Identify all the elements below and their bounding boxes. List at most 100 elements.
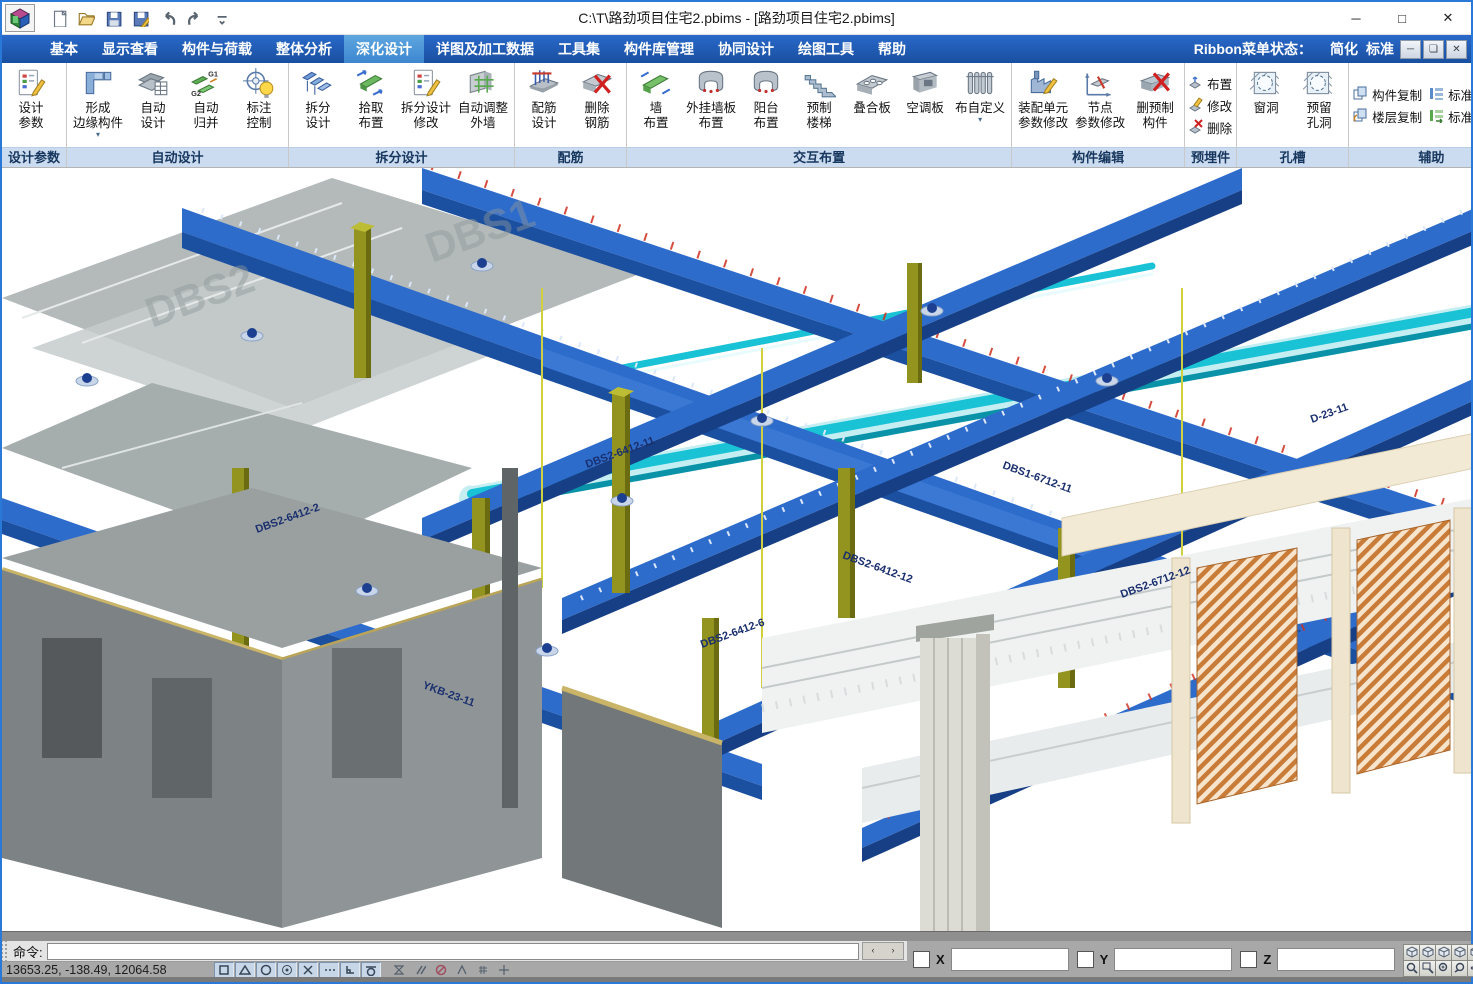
scroll-left-icon[interactable]: ‹ xyxy=(863,943,883,959)
pan-button[interactable] xyxy=(1467,960,1473,977)
command-history-scroller[interactable]: ‹ › xyxy=(862,942,904,960)
redo-icon[interactable] xyxy=(184,8,204,28)
embed-delete-button[interactable]: 删除 xyxy=(1187,117,1234,137)
pick-place-button[interactable]: 拾取布置 xyxy=(345,64,397,147)
composite-slab-button[interactable]: 叠合板 xyxy=(846,64,898,147)
precast-stairs-button[interactable]: 预制楼梯 xyxy=(793,64,845,147)
view-front-button[interactable] xyxy=(1451,944,1468,961)
node-param-modify-button[interactable]: 节点参数修改 xyxy=(1072,64,1128,147)
zoom-previous-button[interactable] xyxy=(1451,960,1468,977)
ribbon-tab-详图及加工数据[interactable]: 详图及加工数据 xyxy=(424,35,546,63)
button-label: 布自定义 xyxy=(955,101,1005,116)
ribbon-tab-显示查看[interactable]: 显示查看 xyxy=(90,35,170,63)
delete-rebar-button[interactable]: 删除钢筋 xyxy=(571,64,623,147)
axis-y-input[interactable] xyxy=(1114,948,1232,971)
snap-midpoint-toggle[interactable] xyxy=(235,962,255,978)
snap-from-toggle[interactable] xyxy=(452,962,472,978)
snap-tangent-toggle[interactable] xyxy=(361,962,381,978)
svg-text:G2: G2 xyxy=(191,89,201,98)
snap-off-toggle[interactable] xyxy=(431,962,451,978)
custom-place-button[interactable]: 布自定义▾ xyxy=(952,64,1008,147)
ribbon-state: Ribbon菜单状态： 简化标准 xyxy=(1194,35,1400,63)
snap-node-toggle[interactable] xyxy=(277,962,297,978)
sync-std-floor-button[interactable]: 标准层同步 xyxy=(1428,106,1471,126)
zoom-extents-button[interactable] xyxy=(1403,960,1420,977)
dropdown-caret-icon[interactable]: ▾ xyxy=(96,131,100,139)
snap-perpendicular-toggle[interactable] xyxy=(340,962,360,978)
radiator-icon xyxy=(963,65,997,101)
save-as-icon[interactable] xyxy=(130,8,150,28)
axis-z-group: Z xyxy=(1240,948,1395,971)
delete-precast-member-button[interactable]: 删预制构件 xyxy=(1129,64,1181,147)
split-design-button[interactable]: 拆分设计 xyxy=(292,64,344,147)
auto-merge-button[interactable]: G1G2自动归并 xyxy=(180,64,232,147)
toolbar-grip[interactable] xyxy=(2,941,9,961)
window-minimize-button[interactable]: ─ xyxy=(1333,2,1379,34)
axis-x-input[interactable] xyxy=(951,948,1069,971)
model-viewport[interactable]: DBS2-6412-11DBS2-6412-12DBS1-6712-11DBS2… xyxy=(2,168,1471,931)
snap-center-toggle[interactable] xyxy=(256,962,276,978)
hanging-panel-place-button[interactable]: 外挂墙板布置 xyxy=(683,64,739,147)
mdi-close-button[interactable]: ✕ xyxy=(1446,40,1467,59)
form-edge-members-button[interactable]: 形成边缘构件▾ xyxy=(70,64,126,147)
ribbon-tab-帮助[interactable]: 帮助 xyxy=(866,35,918,63)
axis-y-checkbox[interactable] xyxy=(1077,951,1094,968)
balcony-place-button[interactable]: 阳台布置 xyxy=(740,64,792,147)
zoom-dynamic-button[interactable] xyxy=(1435,960,1452,977)
auto-adjust-ext-wall-button[interactable]: 自动调整外墙 xyxy=(455,64,511,147)
view-iso-nw-button[interactable] xyxy=(1419,944,1436,961)
crosshair-full-toggle[interactable] xyxy=(494,962,514,978)
ribbon-tab-深化设计[interactable]: 深化设计 xyxy=(344,35,424,63)
wall-place-button[interactable]: 墙布置 xyxy=(630,64,682,147)
design-params-button[interactable]: 设计参数 xyxy=(5,64,57,147)
ribbon-tab-基本[interactable]: 基本 xyxy=(38,35,90,63)
copy-std-floor-button[interactable]: 标准层复制 xyxy=(1428,84,1471,104)
snap-endpoint-toggle[interactable] xyxy=(214,962,234,978)
snap-extension-toggle[interactable] xyxy=(319,962,339,978)
ribbon-tab-构件库管理[interactable]: 构件库管理 xyxy=(612,35,706,63)
window-hole-button[interactable]: 窗洞 xyxy=(1240,64,1292,147)
ac-panel-button[interactable]: 空调板 xyxy=(899,64,951,147)
split-design-modify-button[interactable]: 拆分设计修改 xyxy=(398,64,454,147)
ribbon-tab-协同设计[interactable]: 协同设计 xyxy=(706,35,786,63)
ribbon-state-option-标准[interactable]: 标准 xyxy=(1366,41,1394,57)
window-close-button[interactable]: ✕ xyxy=(1425,2,1471,34)
open-file-icon[interactable] xyxy=(76,8,96,28)
zoom-window-button[interactable] xyxy=(1419,960,1436,977)
undo-icon[interactable] xyxy=(157,8,177,28)
view-top-button[interactable] xyxy=(1435,944,1452,961)
snap-nearest-toggle[interactable] xyxy=(389,962,409,978)
dropdown-caret-icon[interactable]: ▾ xyxy=(978,116,982,124)
mdi-minimize-button[interactable]: ─ xyxy=(1400,40,1421,59)
ribbon-tab-整体分析[interactable]: 整体分析 xyxy=(264,35,344,63)
embed-place-button[interactable]: 布置 xyxy=(1187,73,1234,93)
ribbon-tab-绘图工具[interactable]: 绘图工具 xyxy=(786,35,866,63)
scroll-right-icon[interactable]: › xyxy=(883,943,903,959)
mdi-restore-button[interactable]: ❏ xyxy=(1423,40,1444,59)
app-logo-icon[interactable] xyxy=(5,4,35,32)
snap-parallel-toggle[interactable] xyxy=(410,962,430,978)
auto-design-button[interactable]: 自动设计 xyxy=(127,64,179,147)
save-file-icon[interactable] xyxy=(103,8,123,28)
copy-floor-button[interactable]: 楼层复制 xyxy=(1352,106,1422,126)
axis-x-checkbox[interactable] xyxy=(913,951,930,968)
grid-display-toggle[interactable] xyxy=(473,962,493,978)
axis-z-input[interactable] xyxy=(1277,948,1395,971)
view-iso-ne-button[interactable] xyxy=(1403,944,1420,961)
reserved-hole-button[interactable]: 预留孔洞 xyxy=(1293,64,1345,147)
assembly-unit-param-modify-button[interactable]: 装配单元参数修改 xyxy=(1015,64,1071,147)
new-file-icon[interactable] xyxy=(49,8,69,28)
rebar-design-button[interactable]: 配筋设计 xyxy=(518,64,570,147)
snap-intersection-toggle[interactable] xyxy=(298,962,318,978)
embed-modify-button[interactable]: 修改 xyxy=(1187,95,1234,115)
copy-member-button[interactable]: 构件复制 xyxy=(1352,84,1422,104)
axis-z-checkbox[interactable] xyxy=(1240,951,1257,968)
ribbon-state-option-简化[interactable]: 简化 xyxy=(1330,41,1358,57)
annotation-control-button[interactable]: 标注控制 xyxy=(233,64,285,147)
qat-more-icon[interactable] xyxy=(211,8,231,28)
ribbon-tab-工具集[interactable]: 工具集 xyxy=(546,35,612,63)
window-maximize-button[interactable]: □ xyxy=(1379,2,1425,34)
ribbon-tab-构件与荷载[interactable]: 构件与荷载 xyxy=(170,35,264,63)
view-right-button[interactable] xyxy=(1467,944,1473,961)
command-input[interactable] xyxy=(47,943,859,960)
